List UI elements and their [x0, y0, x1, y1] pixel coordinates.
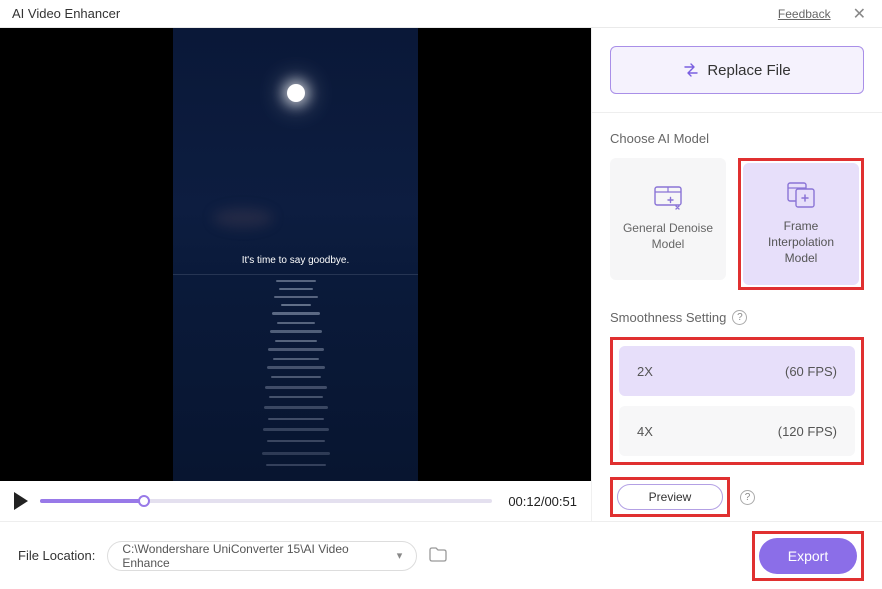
titlebar: AI Video Enhancer Feedback ✕ — [0, 0, 882, 28]
seek-slider[interactable] — [40, 499, 492, 503]
highlight-model: Frame Interpolation Model — [738, 158, 864, 290]
chevron-down-icon: ▾ — [397, 549, 403, 562]
model-options: General Denoise Model Frame Interpolatio… — [610, 158, 864, 290]
bottom-bar: File Location: C:\Wondershare UniConvert… — [0, 521, 882, 589]
folder-icon[interactable] — [429, 547, 447, 565]
highlight-preview: Preview — [610, 477, 730, 517]
file-location-select[interactable]: C:\Wondershare UniConverter 15\AI Video … — [107, 541, 417, 571]
moon-graphic — [287, 84, 305, 102]
denoise-model-label: General Denoise Model — [618, 220, 718, 252]
denoise-icon — [654, 186, 682, 210]
swap-icon — [683, 63, 699, 77]
video-frame: It's time to say goodbye. — [173, 28, 418, 481]
close-icon[interactable]: ✕ — [849, 4, 870, 24]
highlight-export: Export — [752, 531, 864, 581]
app-title: AI Video Enhancer — [12, 6, 120, 21]
interpolation-model-card[interactable]: Frame Interpolation Model — [743, 163, 859, 285]
playback-controls: 00:12/00:51 — [0, 481, 591, 521]
replace-file-label: Replace File — [707, 62, 790, 79]
feedback-link[interactable]: Feedback — [778, 7, 831, 21]
play-icon[interactable] — [14, 492, 28, 510]
seek-fill — [40, 499, 144, 503]
interpolation-icon — [787, 182, 815, 208]
smoothness-2x-option[interactable]: 2X (60 FPS) — [619, 346, 855, 396]
video-pane: It's time to say goodbye. — [0, 28, 591, 521]
replace-file-button[interactable]: Replace File — [610, 46, 864, 94]
smoothness-section-label: Smoothness Setting ? — [610, 310, 864, 325]
smoothness-2x-mult: 2X — [637, 364, 653, 379]
interpolation-model-label: Frame Interpolation Model — [751, 218, 851, 267]
smoothness-section-text: Smoothness Setting — [610, 310, 726, 325]
file-location-label: File Location: — [18, 548, 95, 563]
settings-pane: Replace File Choose AI Model General Den… — [591, 28, 882, 521]
time-display: 00:12/00:51 — [508, 494, 577, 509]
help-icon[interactable]: ? — [732, 310, 747, 325]
seek-thumb[interactable] — [138, 495, 150, 507]
highlight-smoothness: 2X (60 FPS) 4X (120 FPS) — [610, 337, 864, 465]
export-button[interactable]: Export — [759, 538, 857, 574]
denoise-model-card[interactable]: General Denoise Model — [610, 158, 726, 280]
smoothness-4x-fps: (120 FPS) — [778, 424, 837, 439]
file-location-path: C:\Wondershare UniConverter 15\AI Video … — [122, 542, 396, 570]
preview-button[interactable]: Preview — [617, 484, 723, 510]
smoothness-2x-fps: (60 FPS) — [785, 364, 837, 379]
video-subtitle: It's time to say goodbye. — [242, 255, 350, 266]
smoothness-4x-option[interactable]: 4X (120 FPS) — [619, 406, 855, 456]
smoothness-4x-mult: 4X — [637, 424, 653, 439]
cloud-graphic — [213, 208, 273, 228]
moon-reflection — [261, 274, 331, 481]
help-icon[interactable]: ? — [740, 490, 755, 505]
model-section-label: Choose AI Model — [610, 131, 864, 146]
video-area[interactable]: It's time to say goodbye. — [0, 28, 591, 481]
